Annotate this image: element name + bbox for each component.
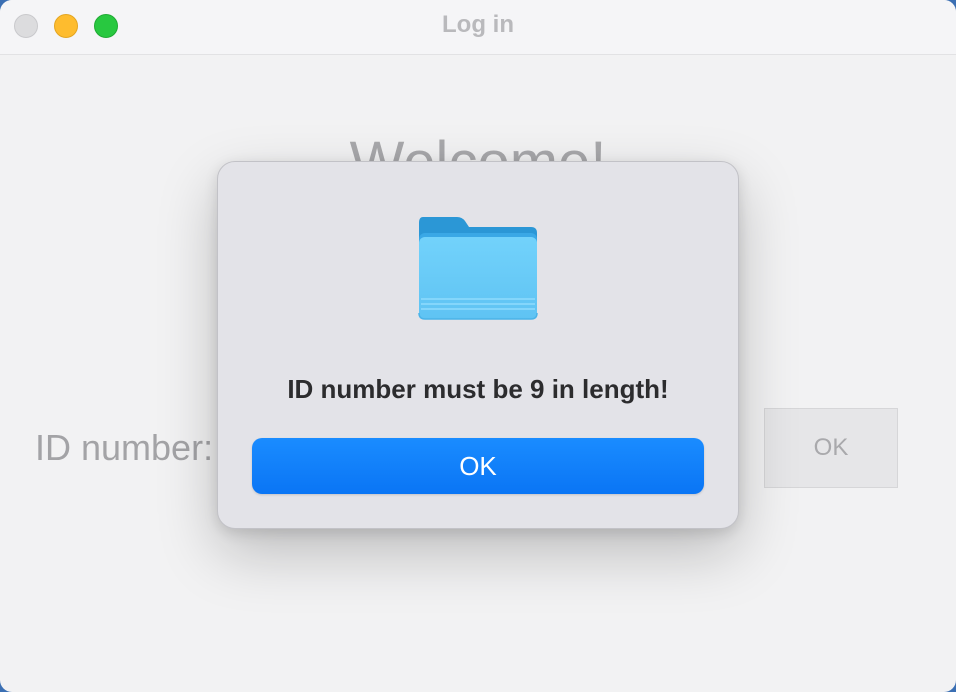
folder-icon bbox=[418, 217, 538, 320]
alert-message: ID number must be 9 in length! bbox=[287, 374, 669, 404]
login-ok-button[interactable]: OK bbox=[764, 408, 898, 488]
title-bar: Log in bbox=[0, 0, 956, 55]
login-window: Log in Welcome! ID number: OK ID number … bbox=[0, 0, 956, 692]
id-number-label: ID number: bbox=[35, 427, 214, 468]
alert-dialog: ID number must be 9 in length! OK bbox=[217, 161, 739, 529]
window-title: Log in bbox=[442, 11, 514, 38]
alert-ok-button[interactable]: OK bbox=[252, 438, 704, 494]
